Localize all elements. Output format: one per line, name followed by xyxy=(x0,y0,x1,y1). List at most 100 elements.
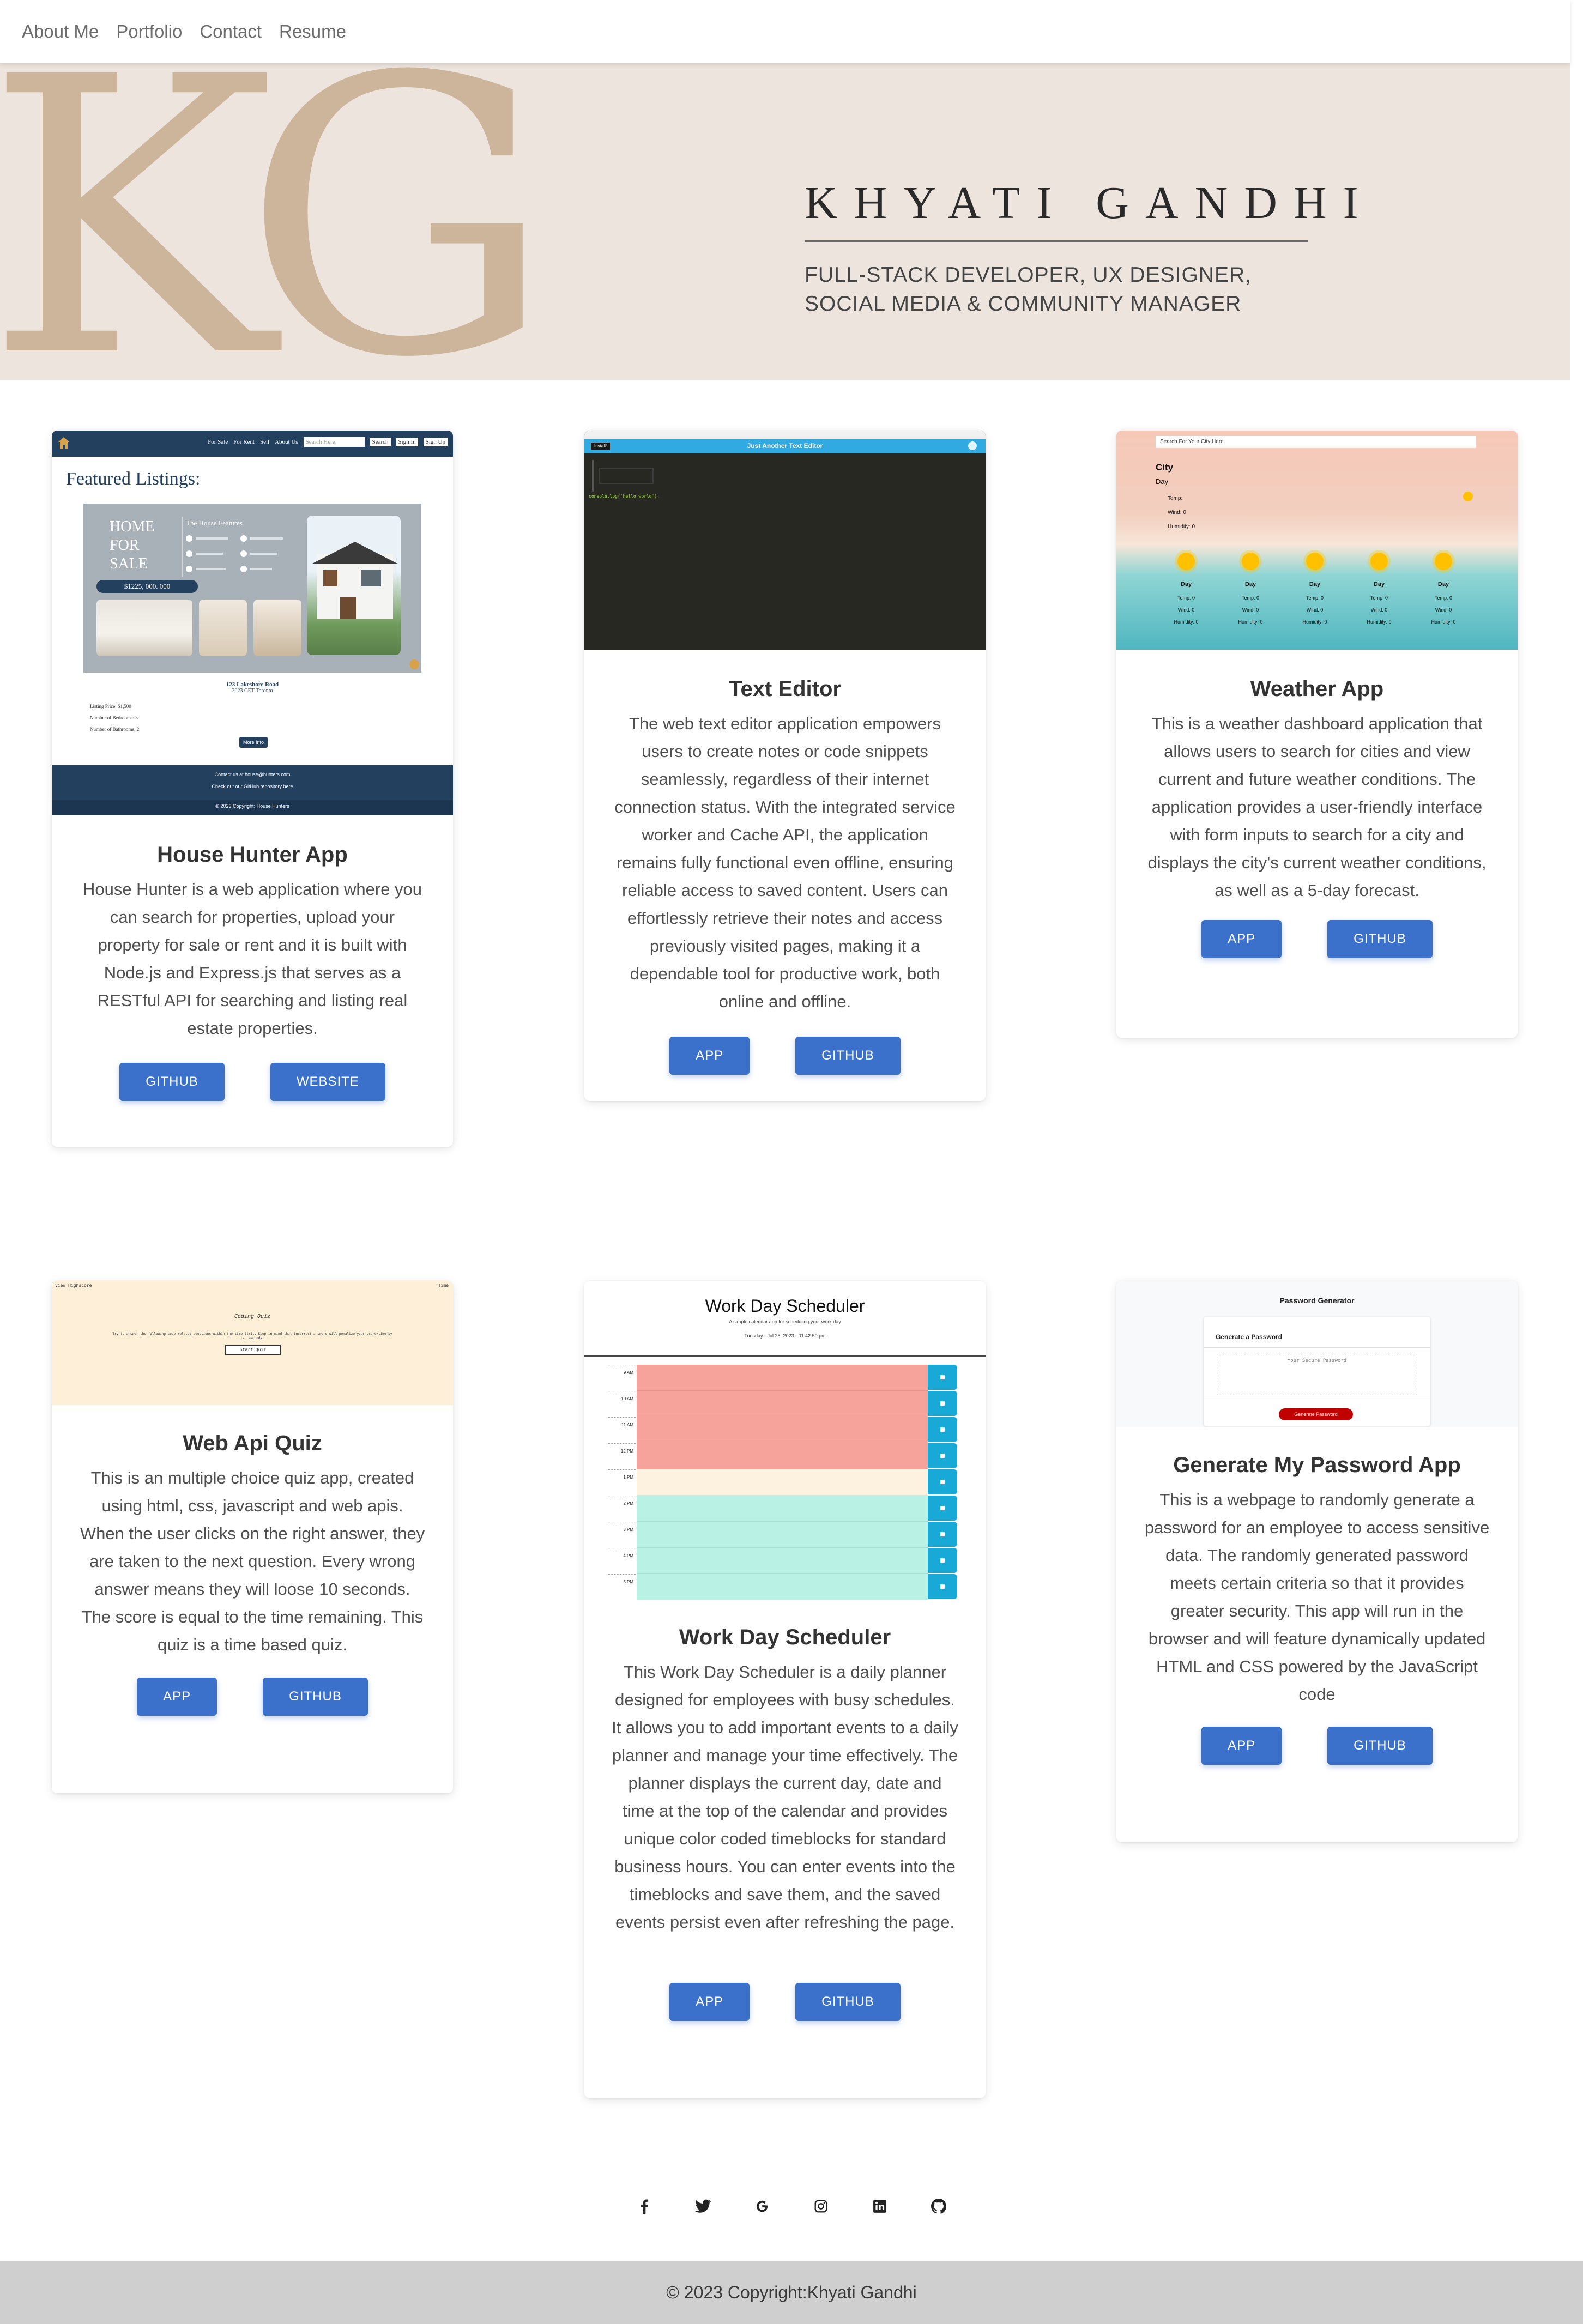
save-icon xyxy=(940,1427,945,1432)
nav-about-me[interactable]: About Me xyxy=(22,21,99,42)
forecast-row: Temp: 0 xyxy=(1306,595,1324,601)
preview-room-photos xyxy=(96,600,301,656)
preview-navbar: For Sale For Rent Sell About Us Search H… xyxy=(52,431,453,457)
project-card-password-generator: Password Generator Generate a Password Y… xyxy=(1116,1281,1518,1842)
forecast-day-card: Day Temp: 0 Wind: 0 Humidity: 0 xyxy=(1223,547,1278,650)
preview-temp: Temp: xyxy=(1168,495,1183,501)
app-button[interactable]: APP xyxy=(137,1678,217,1716)
preview-forecast: Day Temp: 0 Wind: 0 Humidity: 0 Day Temp: 0 Wi… xyxy=(1116,547,1518,650)
hero-monogram: KG xyxy=(0,63,553,380)
linkedin-icon[interactable] xyxy=(869,2195,891,2217)
preview-password-output: Your Secure Password xyxy=(1217,1354,1417,1395)
forecast-day-card: Day Temp: 0 Wind: 0 Humidity: 0 xyxy=(1416,547,1471,650)
timeblock-hour: 2 PM xyxy=(608,1496,636,1522)
preview-current-date: Tuesday - Jul 25, 2023 - 01:42:50 pm xyxy=(744,1333,826,1339)
preview-features-title: The House Features xyxy=(186,519,243,527)
forecast-day-card: Day Temp: 0 Wind: 0 Humidity: 0 xyxy=(1352,547,1406,650)
app-button[interactable]: APP xyxy=(1201,920,1282,958)
timeblock-save-button xyxy=(928,1574,957,1599)
project-title: House Hunter App xyxy=(157,843,348,867)
social-links xyxy=(633,2193,950,2219)
github-button[interactable]: GITHUB xyxy=(1327,920,1433,958)
project-card-weather-app: Search For Your City Here City Day Temp:… xyxy=(1116,431,1518,1038)
project-preview-work-day-scheduler[interactable]: Work Day Scheduler A simple calendar app… xyxy=(584,1281,986,1606)
nav-portfolio[interactable]: Portfolio xyxy=(116,21,182,42)
timeblock-present xyxy=(637,1469,928,1496)
save-icon xyxy=(940,1506,945,1510)
timeblock-save-button xyxy=(928,1522,957,1547)
timeblock-save-button xyxy=(928,1391,957,1416)
save-icon xyxy=(940,1558,945,1563)
twitter-icon[interactable] xyxy=(692,2195,714,2217)
sun-icon xyxy=(1370,553,1388,570)
preview-detail-bedrooms: Number of Bedrooms: 3 xyxy=(90,715,138,721)
preview-timer: Time xyxy=(438,1283,449,1288)
preview-scheduler-heading: Work Day Scheduler xyxy=(705,1296,865,1316)
instagram-icon[interactable] xyxy=(810,2195,832,2217)
hero-subtitle-line-1: FULL-STACK DEVELOPER, UX DESIGNER, xyxy=(805,263,1252,287)
project-preview-text-editor[interactable]: Install! Just Another Text Editor consol… xyxy=(584,431,986,650)
website-button[interactable]: WEBSITE xyxy=(270,1063,385,1101)
timeblock-save-button xyxy=(928,1496,957,1521)
forecast-day-card: Day Temp: 0 Wind: 0 Humidity: 0 xyxy=(1288,547,1342,650)
preview-footer-repo: Check out our GitHub repository here xyxy=(212,784,293,789)
project-preview-weather-app[interactable]: Search For Your City Here City Day Temp:… xyxy=(1116,431,1518,650)
forecast-row: Wind: 0 xyxy=(1370,607,1388,613)
github-button[interactable]: GITHUB xyxy=(1327,1727,1433,1765)
timeblock-save-button xyxy=(928,1365,957,1390)
save-icon xyxy=(940,1584,945,1589)
hero-divider xyxy=(805,240,1308,242)
app-button[interactable]: APP xyxy=(1201,1727,1282,1765)
github-button[interactable]: GITHUB xyxy=(263,1678,368,1716)
timeblock-hour: 10 AM xyxy=(608,1391,636,1417)
forecast-row: Wind: 0 xyxy=(1242,607,1259,613)
github-icon[interactable] xyxy=(928,2195,950,2217)
preview-password-heading: Password Generator xyxy=(1279,1296,1355,1305)
preview-detail-price: Listing Price: $1,500 xyxy=(90,704,131,709)
preview-start-button: Start Quiz xyxy=(225,1345,281,1355)
preview-menu-for-rent: For Rent xyxy=(233,439,255,445)
project-preview-web-api-quiz[interactable]: View Highscore Time Coding Quiz Try to a… xyxy=(52,1281,453,1405)
google-icon[interactable] xyxy=(751,2195,773,2217)
hero-subtitle-line-2: SOCIAL MEDIA & COMMUNITY MANAGER xyxy=(805,292,1242,316)
project-title: Work Day Scheduler xyxy=(679,1625,891,1649)
preview-sign-in: Sign In xyxy=(396,438,418,446)
forecast-row: Wind: 0 xyxy=(1435,607,1452,613)
forecast-day-label: Day xyxy=(1373,581,1385,588)
page-footer: © 2023 Copyright:Khyati Gandhi xyxy=(0,2261,1583,2324)
github-button[interactable]: GITHUB xyxy=(795,1037,901,1075)
facebook-icon[interactable] xyxy=(633,2195,655,2217)
nav-contact[interactable]: Contact xyxy=(200,21,262,42)
timeblock-hour: 12 PM xyxy=(608,1443,636,1469)
preview-footer-copyright: © 2023 Copyright: House Hunters xyxy=(215,803,289,809)
preview-feature-checks xyxy=(186,535,295,584)
save-icon xyxy=(940,1532,945,1536)
preview-heading: Featured Listings: xyxy=(66,469,201,489)
project-description: This is an multiple choice quiz app, cre… xyxy=(80,1468,425,1654)
app-button[interactable]: APP xyxy=(669,1037,750,1075)
timeblock-save-button xyxy=(928,1469,957,1494)
forecast-row: Temp: 0 xyxy=(1177,595,1195,601)
timeblock-future xyxy=(637,1548,928,1574)
timeblock-past xyxy=(637,1443,928,1469)
preview-footer-contact: Contact us at house@hunters.com xyxy=(214,772,291,777)
timeblock-future xyxy=(637,1496,928,1522)
project-preview-house-hunter[interactable]: For Sale For Rent Sell About Us Search H… xyxy=(52,431,453,815)
timeblock-past xyxy=(637,1417,928,1443)
github-button[interactable]: GITHUB xyxy=(119,1063,225,1101)
preview-code-area: console.log('hello world'); xyxy=(584,453,986,650)
save-icon xyxy=(940,1401,945,1406)
preview-more-info-button: More Info xyxy=(239,737,268,748)
forecast-row: Temp: 0 xyxy=(1434,595,1452,601)
project-card-house-hunter: For Sale For Rent Sell About Us Search H… xyxy=(52,431,453,1147)
timeblock-save-button xyxy=(928,1548,957,1573)
timeblock-save-button xyxy=(928,1443,957,1468)
forecast-day-label: Day xyxy=(1309,581,1321,588)
project-preview-password-generator[interactable]: Password Generator Generate a Password Y… xyxy=(1116,1281,1518,1427)
nav-resume[interactable]: Resume xyxy=(279,21,346,42)
footer-copyright: © 2023 Copyright:Khyati Gandhi xyxy=(666,2282,917,2302)
github-button[interactable]: GITHUB xyxy=(795,1983,901,2021)
app-button[interactable]: APP xyxy=(669,1983,750,2021)
preview-password-card: Generate a Password Your Secure Password… xyxy=(1204,1317,1430,1426)
forecast-day-card: Day Temp: 0 Wind: 0 Humidity: 0 xyxy=(1159,547,1213,650)
